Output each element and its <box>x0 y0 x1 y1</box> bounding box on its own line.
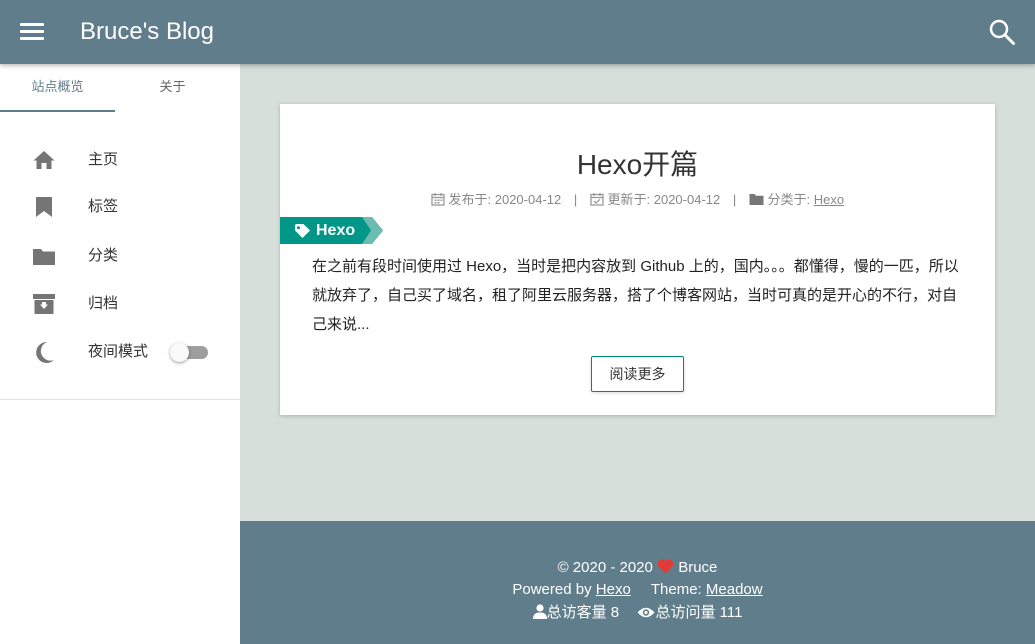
folder-icon <box>749 194 764 205</box>
sidebar-item-label: 归档 <box>88 295 119 312</box>
heart-icon <box>657 559 674 574</box>
sidebar-item-label: 主页 <box>88 151 119 168</box>
powered-by-label: Powered by <box>512 581 596 598</box>
read-more-button[interactable]: 阅读更多 <box>591 356 684 392</box>
footer-stats: 总访客量 8 总访问量 111 <box>240 603 1035 623</box>
folder-icon <box>33 249 55 265</box>
sidebar-tabs: 站点概览 关于 <box>0 64 240 112</box>
site-title[interactable]: Bruce's Blog <box>80 17 214 47</box>
sidebar-item-label: 分类 <box>88 247 119 264</box>
footer-powered: Powered by Hexo Theme: Meadow <box>240 580 1035 600</box>
calendar-icon <box>431 193 445 206</box>
theme-label: Theme: <box>650 581 706 598</box>
post-meta: 发布于: 2020-04-12 | 更新于: 2020-04-12 | 分类于:… <box>280 191 995 209</box>
post-excerpt: 在之前有段时间使用过 Hexo，当时是把内容放到 Github 上的，国内。。。… <box>312 258 959 333</box>
sidebar: 站点概览 关于 主页 标签 分类 归档 夜间模式 <box>0 64 240 644</box>
sidebar-item-tags[interactable]: 标签 <box>0 187 240 227</box>
search-icon[interactable] <box>988 18 1016 46</box>
sidebar-item-home[interactable]: 主页 <box>0 140 240 180</box>
sidebar-divider <box>0 399 240 400</box>
night-mode-toggle[interactable] <box>170 343 208 362</box>
category-prefix: 分类于: <box>767 192 814 207</box>
tab-about[interactable]: 关于 <box>115 64 230 112</box>
bookmark-icon <box>36 197 52 217</box>
sidebar-item-label: 标签 <box>88 198 119 215</box>
meta-separator: | <box>732 192 737 207</box>
menu-icon[interactable] <box>20 22 44 42</box>
meta-separator: | <box>573 192 578 207</box>
updated-date: 更新于: 2020-04-12 <box>607 192 721 207</box>
eye-icon <box>637 607 655 618</box>
sidebar-item-label: 夜间模式 <box>88 343 149 360</box>
user-icon <box>532 604 547 619</box>
published-date: 发布于: 2020-04-12 <box>448 192 562 207</box>
footer: © 2020 - 2020 Bruce Powered by Hexo Them… <box>240 521 1035 644</box>
hexo-link[interactable]: Hexo <box>596 581 631 598</box>
tab-site-overview[interactable]: 站点概览 <box>0 64 115 112</box>
visitor-count: 总访客量 8 <box>546 604 620 621</box>
author-name: Bruce <box>678 559 718 576</box>
tag-icon <box>295 224 310 238</box>
category-link[interactable]: Hexo <box>814 192 844 207</box>
copyright-text: © 2020 - 2020 <box>557 559 653 576</box>
home-icon <box>33 151 55 169</box>
archive-icon <box>33 294 55 314</box>
post-title[interactable]: Hexo开篇 <box>280 148 995 182</box>
sidebar-item-night-mode[interactable]: 夜间模式 <box>0 332 240 372</box>
moon-icon <box>36 341 54 363</box>
theme-link[interactable]: Meadow <box>706 581 763 598</box>
app-header: Bruce's Blog <box>0 0 1035 64</box>
footer-copyright: © 2020 - 2020 Bruce <box>240 558 1035 578</box>
sidebar-item-archive[interactable]: 归档 <box>0 284 240 324</box>
tag-label: Hexo <box>316 222 356 239</box>
sidebar-item-categories[interactable]: 分类 <box>0 236 240 276</box>
calendar-check-icon <box>590 193 604 206</box>
post-card: Hexo开篇 发布于: 2020-04-12 | 更新于: 2020-04-12… <box>280 104 995 415</box>
view-count: 总访问量 111 <box>655 604 743 621</box>
